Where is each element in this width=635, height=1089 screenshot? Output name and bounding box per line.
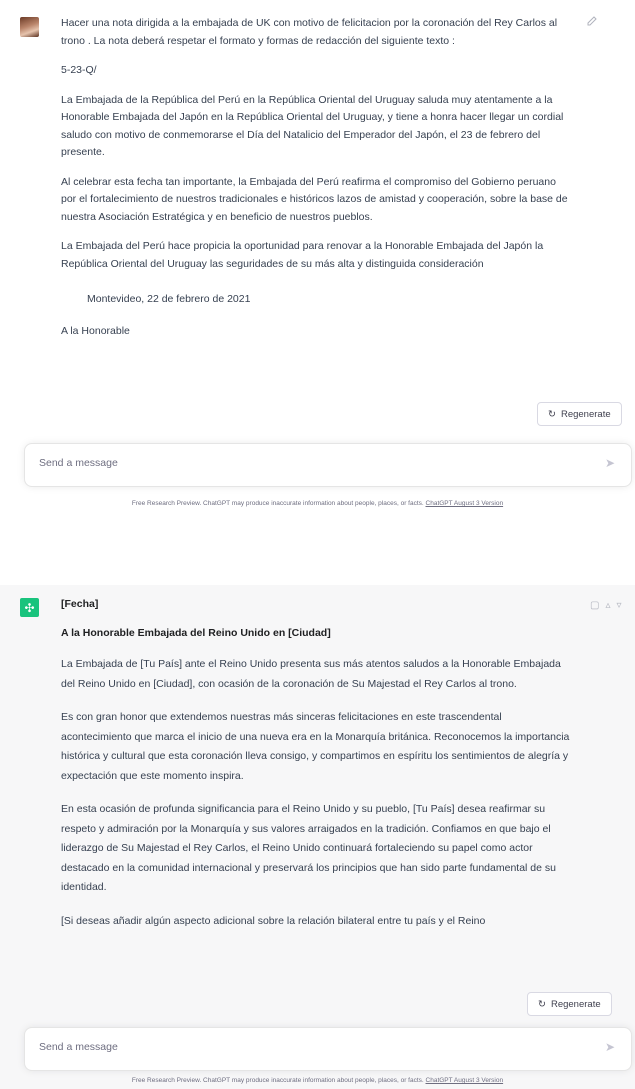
- footer-text: Free Research Preview. ChatGPT may produ…: [131, 1077, 424, 1084]
- prompt-paragraph: La Embajada del Perú hace propicia la op…: [61, 240, 544, 270]
- message-input-placeholder: Send a message: [39, 1041, 118, 1053]
- chat-screenshot-top: Hacer una nota dirigida a la embajada de…: [0, 0, 635, 528]
- refresh-icon: ↻: [548, 408, 556, 420]
- footer-disclaimer: Free Research Preview. ChatGPT may produ…: [0, 500, 635, 507]
- prompt-paragraph: La Embajada de la República del Perú en …: [61, 93, 564, 159]
- date-placeholder: [Fecha]: [61, 598, 99, 610]
- refresh-icon: ↻: [538, 998, 546, 1010]
- message-actions: ▢▵▿: [590, 600, 628, 611]
- response-paragraph-cut: [Si deseas añadir algún aspecto adiciona…: [61, 914, 486, 927]
- user-avatar: [20, 17, 39, 37]
- version-link[interactable]: ChatGPT August 3 Version: [426, 1077, 504, 1084]
- footer-disclaimer: Free Research Preview. ChatGPT may produ…: [0, 1077, 635, 1084]
- addressee-line: A la Honorable Embajada del Reino Unido …: [61, 626, 331, 639]
- response-paragraph: Es con gran honor que extendemos nuestra…: [61, 711, 570, 782]
- prompt-date-line: Montevideo, 22 de febrero de 2021: [87, 293, 251, 305]
- chat-screenshot-bottom: ✣ [Fecha] A la Honorable Embajada del Re…: [0, 585, 635, 1089]
- message-input[interactable]: Send a message ➤: [24, 1027, 632, 1071]
- thumbs-down-icon[interactable]: ▿: [616, 600, 627, 611]
- message-input[interactable]: Send a message ➤: [24, 443, 632, 487]
- response-paragraph: En esta ocasión de profunda significanci…: [61, 803, 556, 893]
- footer-text: Free Research Preview. ChatGPT may produ…: [131, 500, 424, 507]
- prompt-paragraph: Al celebrar esta fecha tan importante, l…: [61, 175, 568, 223]
- regenerate-button[interactable]: ↻ Regenerate: [527, 992, 612, 1016]
- user-message-text: Hacer una nota dirigida a la embajada de…: [61, 15, 571, 352]
- prompt-intro: Hacer una nota dirigida a la embajada de…: [61, 17, 558, 47]
- assistant-message-text: [Fecha] A la Honorable Embajada del Rein…: [61, 596, 571, 943]
- regenerate-label: Regenerate: [550, 998, 601, 1010]
- response-paragraph: La Embajada de [Tu País] ante el Reino U…: [61, 658, 561, 690]
- copy-icon[interactable]: ▢: [590, 600, 605, 611]
- regenerate-button[interactable]: ↻ Regenerate: [537, 402, 622, 426]
- thumbs-up-icon[interactable]: ▵: [605, 600, 616, 611]
- prompt-reference: 5-23-Q/: [61, 64, 97, 76]
- prompt-cut-line: A la Honorable: [61, 324, 130, 337]
- edit-icon[interactable]: [586, 15, 598, 27]
- version-link[interactable]: ChatGPT August 3 Version: [426, 500, 504, 507]
- regenerate-label: Regenerate: [560, 408, 611, 420]
- send-icon[interactable]: ➤: [605, 456, 615, 470]
- message-input-placeholder: Send a message: [39, 457, 118, 469]
- openai-logo-icon: ✣: [20, 598, 39, 617]
- send-icon[interactable]: ➤: [605, 1040, 615, 1054]
